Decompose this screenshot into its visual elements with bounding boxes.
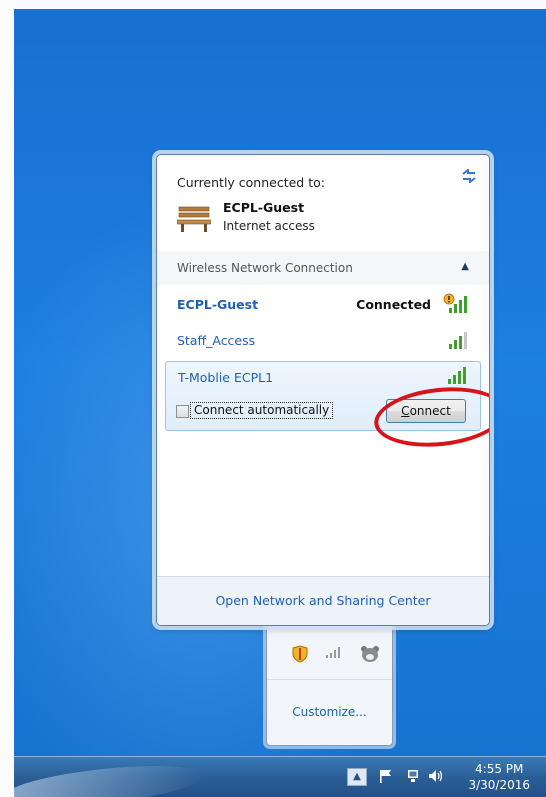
connect-button[interactable]: Connect bbox=[386, 399, 466, 423]
action-center-flag-icon[interactable] bbox=[376, 768, 396, 788]
currently-connected-label: Currently connected to: bbox=[177, 175, 325, 190]
photo-frame: Customize... Currently connected to: ECP… bbox=[0, 0, 546, 797]
network-name: T-Moblie ECPL1 bbox=[178, 370, 274, 385]
signal-strength-icon bbox=[443, 329, 467, 349]
collapse-chevron-icon[interactable]: ▲ bbox=[461, 261, 469, 272]
clock-date: 3/30/2016 bbox=[468, 778, 530, 792]
network-item-t-moblie-ecpl1[interactable]: T-Moblie ECPL1 Connect automatically Con… bbox=[165, 361, 489, 453]
connect-button-access-key: C bbox=[401, 404, 410, 418]
current-network-status: Internet access bbox=[223, 219, 315, 233]
signal-strength-icon bbox=[442, 364, 466, 384]
network-icon[interactable] bbox=[403, 768, 423, 788]
network-name: ECPL-Guest bbox=[177, 297, 259, 312]
bench-network-icon bbox=[176, 203, 212, 233]
network-name: Staff_Access bbox=[177, 333, 256, 348]
network-connected-status: Connected bbox=[356, 297, 431, 312]
current-network-name: ECPL-Guest bbox=[223, 200, 305, 215]
connect-button-label: onnect bbox=[409, 404, 451, 418]
signal-strength-warning-icon bbox=[443, 293, 467, 313]
notification-overflow-popup: Customize... bbox=[266, 624, 393, 746]
network-item-staff-access[interactable]: Staff_Access bbox=[165, 323, 481, 357]
customize-link[interactable]: Customize... bbox=[267, 705, 392, 719]
system-clock[interactable]: 4:55 PM 3/30/2016 bbox=[468, 761, 530, 793]
taskbar: ▲ 4:55 PM 3/30/2016 bbox=[14, 756, 546, 797]
security-shield-icon[interactable] bbox=[289, 645, 311, 667]
network-item-ecpl-guest[interactable]: ECPL-Guest Connected bbox=[165, 287, 481, 321]
connect-automatically-checkbox[interactable] bbox=[176, 405, 189, 418]
flyout-footer: Open Network and Sharing Center bbox=[157, 576, 489, 625]
volume-icon[interactable] bbox=[426, 768, 446, 788]
taskbar-decoration bbox=[14, 758, 206, 797]
connect-automatically-label[interactable]: Connect automatically bbox=[190, 402, 334, 419]
wireless-section-label: Wireless Network Connection bbox=[177, 261, 353, 275]
wireless-section-header[interactable]: Wireless Network Connection ▲ bbox=[157, 251, 489, 285]
refresh-icon[interactable] bbox=[461, 167, 477, 187]
wifi-signal-icon[interactable] bbox=[323, 645, 345, 667]
current-connection-section: Currently connected to: ECPL-Guest Inter… bbox=[157, 155, 489, 252]
show-hidden-icons-icon[interactable]: ▲ bbox=[347, 768, 367, 786]
open-network-sharing-center-link[interactable]: Open Network and Sharing Center bbox=[157, 593, 489, 608]
network-flyout: Currently connected to: ECPL-Guest Inter… bbox=[156, 154, 490, 626]
clock-time: 4:55 PM bbox=[475, 762, 524, 776]
desktop-background: Customize... Currently connected to: ECP… bbox=[14, 9, 546, 797]
bear-app-icon[interactable] bbox=[359, 645, 381, 667]
overflow-icon-area bbox=[267, 639, 392, 680]
